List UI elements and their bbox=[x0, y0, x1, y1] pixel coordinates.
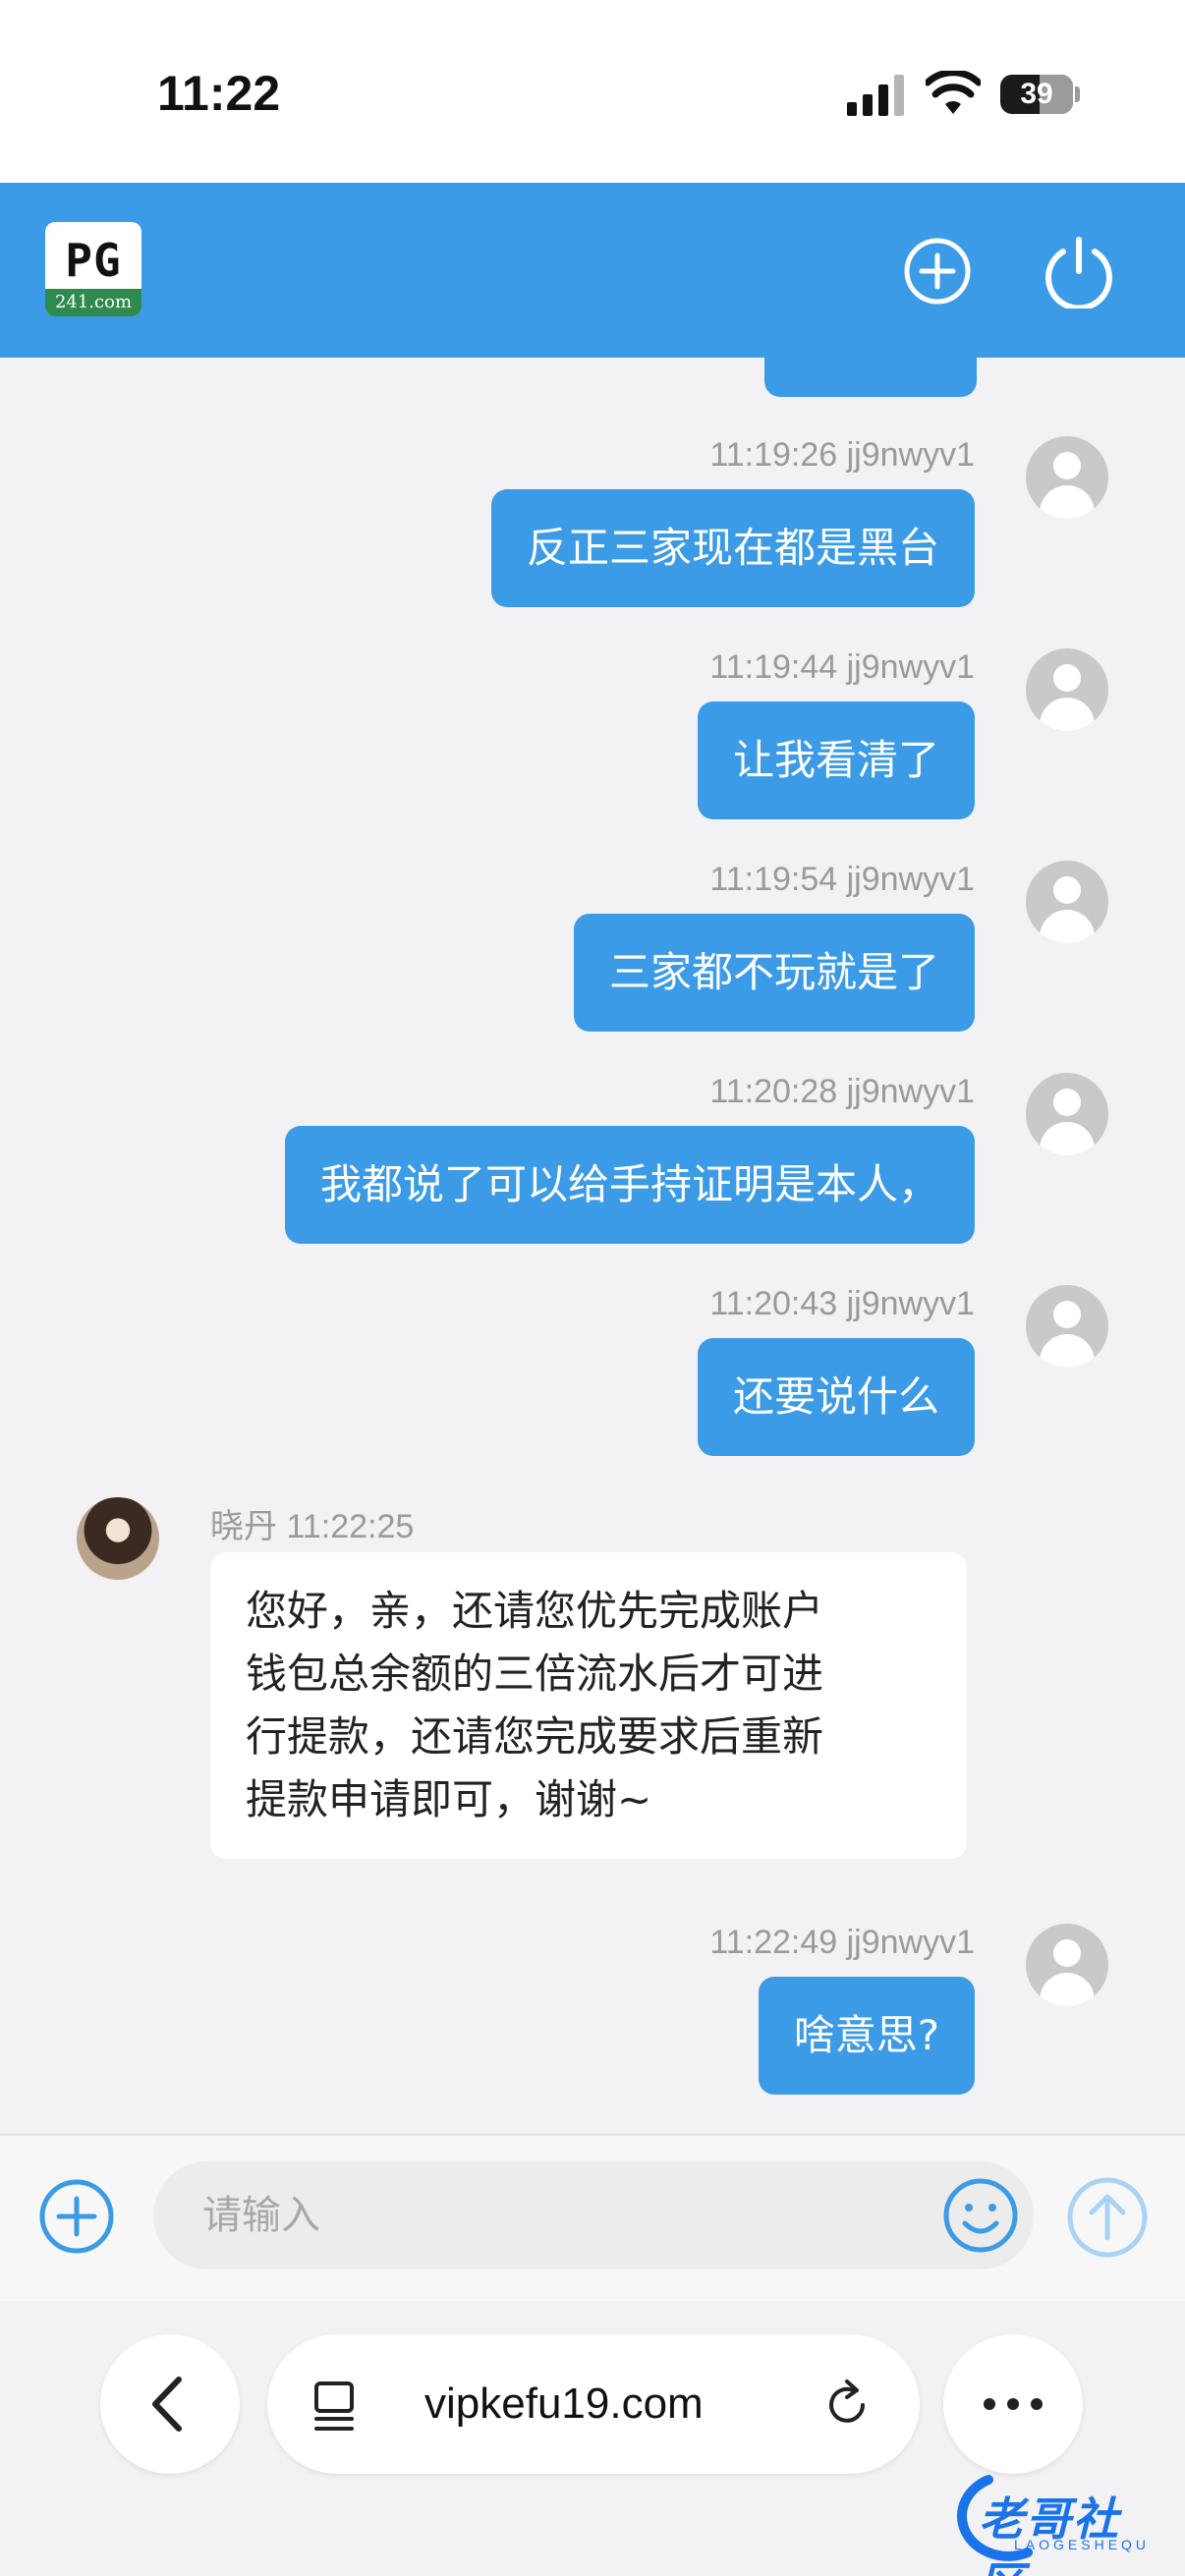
url-text[interactable]: vipkefu19.com bbox=[424, 2334, 704, 2474]
message-line: 提款申请即可，谢谢~ bbox=[246, 1775, 652, 1823]
chat-area[interactable]: 11:19:26 jj9nwyv1 反正三家现在都是黑台 11:19:44 jj… bbox=[0, 358, 1185, 2134]
partial-message-bubble bbox=[764, 358, 977, 397]
message-outgoing: 11:22:49 jj9nwyv1 啥意思? bbox=[0, 1924, 1185, 2100]
message-bubble[interactable]: 我都说了可以给手持证明是本人， bbox=[284, 1126, 975, 1244]
reload-icon[interactable] bbox=[818, 2376, 876, 2435]
message-line: 钱包总余额的三倍流水后才可进 bbox=[246, 1650, 824, 1698]
emoji-icon[interactable] bbox=[939, 2174, 1022, 2257]
user-avatar[interactable] bbox=[1026, 1924, 1108, 2006]
message-outgoing: 11:19:54 jj9nwyv1 三家都不玩就是了 bbox=[0, 861, 1185, 1037]
user-avatar[interactable] bbox=[1026, 1073, 1108, 1155]
watermark-logo: 老哥社区 LAOGESHEQU bbox=[920, 2466, 1165, 2576]
message-bubble[interactable]: 还要说什么 bbox=[697, 1338, 975, 1456]
more-options-button[interactable] bbox=[943, 2334, 1083, 2474]
wifi-icon bbox=[926, 71, 981, 114]
message-input-wrapper bbox=[153, 2161, 1034, 2269]
pg-logo: PG 241.com bbox=[45, 222, 141, 316]
battery-level: 39 bbox=[1020, 78, 1053, 110]
watermark-text: 老哥社区 bbox=[979, 2492, 1120, 2576]
address-bar[interactable]: vipkefu19.com bbox=[267, 2334, 920, 2474]
chevron-left-icon bbox=[152, 2377, 182, 2432]
app-header: PG 241.com bbox=[0, 183, 1185, 358]
send-arrow-icon[interactable] bbox=[1065, 2175, 1150, 2260]
message-meta: 11:19:26 jj9nwyv1 bbox=[709, 436, 975, 474]
message-bubble[interactable]: 您好，亲，还请您优先完成账户 钱包总余额的三倍流水后才可进 行提款，还请您完成要… bbox=[210, 1552, 967, 1859]
message-input[interactable] bbox=[202, 2161, 969, 2269]
plus-circle-icon[interactable] bbox=[900, 234, 975, 308]
cellular-signal-icon bbox=[847, 75, 904, 116]
user-avatar[interactable] bbox=[1026, 436, 1108, 519]
logo-sub-text: 241.com bbox=[45, 289, 141, 316]
message-bubble[interactable]: 啥意思? bbox=[758, 1977, 975, 2095]
message-bubble[interactable]: 三家都不玩就是了 bbox=[573, 914, 975, 1032]
add-attachment-icon[interactable] bbox=[35, 2175, 118, 2258]
message-incoming: 晓丹 11:22:25 您好，亲，还请您优先完成账户 钱包总余额的三倍流水后才可… bbox=[0, 1497, 1185, 1890]
message-outgoing: 11:20:43 jj9nwyv1 还要说什么 bbox=[0, 1285, 1185, 1462]
message-outgoing: 11:19:44 jj9nwyv1 让我看清了 bbox=[0, 648, 1185, 825]
message-bubble[interactable]: 反正三家现在都是黑台 bbox=[490, 489, 975, 607]
message-meta: 11:20:28 jj9nwyv1 bbox=[709, 1073, 975, 1110]
back-button[interactable] bbox=[100, 2334, 240, 2474]
message-line: 行提款，还请您完成要求后重新 bbox=[246, 1712, 824, 1761]
message-meta: 11:22:49 jj9nwyv1 bbox=[709, 1924, 975, 1961]
logo-main-text: PG bbox=[65, 234, 122, 287]
user-avatar[interactable] bbox=[1026, 861, 1108, 943]
message-meta: 11:19:54 jj9nwyv1 bbox=[709, 861, 975, 898]
agent-avatar[interactable] bbox=[77, 1497, 159, 1580]
ellipsis-icon bbox=[984, 2398, 1043, 2410]
status-time: 11:22 bbox=[157, 66, 281, 121]
status-bar: 11:22 39 bbox=[0, 0, 1185, 183]
message-meta: 11:19:44 jj9nwyv1 bbox=[709, 648, 975, 686]
message-outgoing: 11:20:28 jj9nwyv1 我都说了可以给手持证明是本人， bbox=[0, 1073, 1185, 1250]
power-icon[interactable] bbox=[1042, 234, 1116, 308]
message-meta: 晓丹 11:22:25 bbox=[210, 1508, 415, 1545]
user-avatar[interactable] bbox=[1026, 648, 1108, 731]
input-bar bbox=[0, 2134, 1185, 2301]
message-meta: 11:20:43 jj9nwyv1 bbox=[709, 1285, 975, 1322]
user-avatar[interactable] bbox=[1026, 1285, 1108, 1368]
message-line: 您好，亲，还请您优先完成账户 bbox=[246, 1587, 824, 1635]
message-outgoing: 11:19:26 jj9nwyv1 反正三家现在都是黑台 bbox=[0, 436, 1185, 613]
battery-icon: 39 bbox=[1000, 75, 1073, 114]
page-menu-icon[interactable] bbox=[307, 2376, 366, 2435]
watermark-subtext: LAOGESHEQU bbox=[1014, 2537, 1151, 2552]
message-bubble[interactable]: 让我看清了 bbox=[697, 701, 975, 819]
